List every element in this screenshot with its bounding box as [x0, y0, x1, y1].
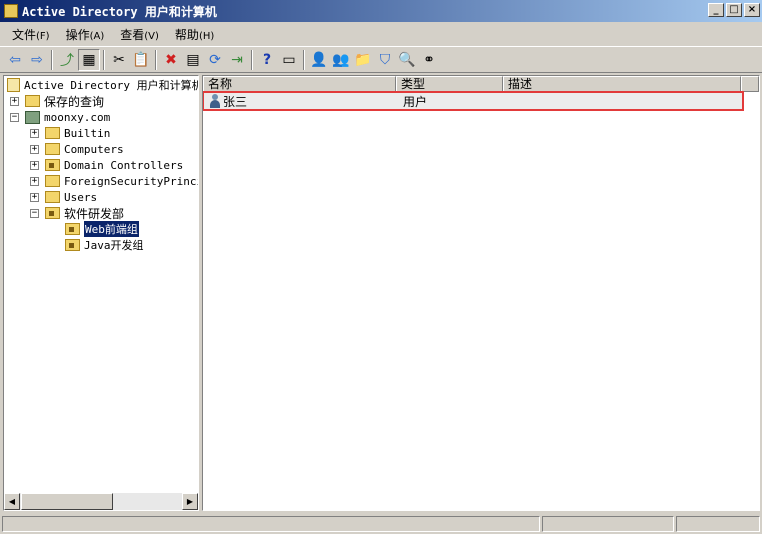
toolbar-separator	[303, 49, 305, 70]
console-icon[interactable]: ▭	[278, 49, 300, 71]
snapin-icon	[7, 78, 20, 92]
expand-icon[interactable]: +	[30, 160, 39, 170]
collapse-icon[interactable]: −	[10, 112, 19, 122]
list-item[interactable]: 张三 用户	[203, 91, 744, 111]
list-item-name: 张三	[223, 94, 248, 109]
expand-icon[interactable]: +	[30, 176, 39, 186]
tree-node-software-dept[interactable]: − 软件研发部	[30, 205, 124, 221]
folder-icon	[45, 175, 60, 187]
tree-node-computers[interactable]: + Computers	[30, 141, 124, 157]
collapse-icon[interactable]: −	[30, 208, 39, 218]
new-user-icon[interactable]: 👤	[308, 49, 330, 71]
user-icon	[209, 94, 221, 108]
expand-icon[interactable]: +	[30, 144, 39, 154]
menu-view[interactable]: 查看(V)	[112, 26, 167, 43]
ou-icon	[65, 223, 80, 235]
column-header-name[interactable]: 名称	[203, 76, 396, 92]
status-panel-2	[542, 516, 674, 532]
filter-icon[interactable]: ⛉	[374, 49, 396, 71]
folder-icon	[45, 143, 60, 155]
ou-icon	[45, 207, 60, 219]
tree-node-builtin[interactable]: + Builtin	[30, 125, 110, 141]
domain-icon	[25, 110, 40, 124]
up-level-icon[interactable]: ⤴	[56, 49, 78, 71]
menu-bar: 文件(F) 操作(A) 查看(V) 帮助(H)	[0, 22, 762, 46]
expand-icon[interactable]: +	[10, 96, 19, 106]
status-panel-main	[2, 516, 540, 532]
tree-node-web-group[interactable]: Web前端组	[65, 221, 139, 237]
tree-node-domain[interactable]: − moonxy.com	[10, 109, 110, 125]
tree-node-foreign-security-principals[interactable]: + ForeignSecurityPrincip	[30, 173, 198, 189]
toolbar: ⇦ ⇨ ⤴ ▦ ✂ 📋 ✖ ▤ ⟳ ⇥ ? ▭ 👤 👥 📁 ⛉ 🔍 ⚭	[0, 46, 762, 73]
scroll-left-icon[interactable]: ◀	[4, 493, 20, 510]
toolbar-separator	[51, 49, 53, 70]
tree-horizontal-scrollbar[interactable]: ◀ ▶	[4, 493, 198, 510]
title-bar: Active Directory 用户和计算机 _ □ ×	[0, 0, 762, 22]
toolbar-separator	[103, 49, 105, 70]
status-panel-3	[676, 516, 760, 532]
column-header-type[interactable]: 类型	[396, 76, 503, 92]
ou-icon	[65, 239, 80, 251]
back-arrow-icon[interactable]: ⇦	[4, 49, 26, 71]
show-tree-icon[interactable]: ▦	[78, 48, 100, 71]
folder-icon	[25, 95, 40, 107]
new-group-icon[interactable]: 👥	[330, 49, 352, 71]
tree-node-domain-controllers[interactable]: + Domain Controllers	[30, 157, 183, 173]
console-tree: Active Directory 用户和计算机 + 保存的查询 − moonxy…	[4, 76, 198, 492]
scrollbar-track[interactable]	[113, 493, 182, 510]
minimize-button[interactable]: _	[708, 3, 724, 17]
help-icon[interactable]: ?	[256, 49, 278, 71]
ou-icon	[45, 159, 60, 171]
expand-icon[interactable]: +	[30, 192, 39, 202]
folder-icon	[45, 191, 60, 203]
menu-action[interactable]: 操作(A)	[58, 26, 113, 43]
properties-icon[interactable]: ▤	[182, 49, 204, 71]
new-ou-icon[interactable]: 📁	[352, 49, 374, 71]
list-header: 名称 类型 描述	[203, 76, 759, 92]
delete-icon[interactable]: ✖	[160, 49, 182, 71]
export-list-icon[interactable]: ⇥	[226, 49, 248, 71]
refresh-icon[interactable]: ⟳	[204, 49, 226, 71]
window-title: Active Directory 用户和计算机	[22, 4, 217, 19]
tree-pane[interactable]: Active Directory 用户和计算机 + 保存的查询 − moonxy…	[3, 75, 199, 511]
maximize-button[interactable]: □	[726, 3, 742, 17]
toolbar-separator	[251, 49, 253, 70]
tree-node-users[interactable]: + Users	[30, 189, 97, 205]
details-pane[interactable]: 名称 类型 描述 张三 用户	[202, 75, 760, 511]
forward-arrow-icon[interactable]: ⇨	[26, 49, 48, 71]
column-header-filler	[741, 76, 759, 92]
menu-help[interactable]: 帮助(H)	[167, 26, 222, 43]
cut-icon[interactable]: ✂	[108, 49, 130, 71]
expand-icon[interactable]: +	[30, 128, 39, 138]
folder-icon	[45, 127, 60, 139]
toolbar-separator	[155, 49, 157, 70]
tree-node-saved-queries[interactable]: + 保存的查询	[10, 93, 104, 109]
status-bar	[0, 514, 762, 534]
paste-icon[interactable]: 📋	[130, 49, 152, 71]
scroll-right-icon[interactable]: ▶	[182, 493, 198, 510]
tree-node-java-group[interactable]: Java开发组	[65, 237, 144, 253]
add-to-group-icon[interactable]: ⚭	[418, 49, 440, 71]
close-button[interactable]: ×	[744, 3, 760, 17]
tree-node-root[interactable]: Active Directory 用户和计算机	[7, 77, 198, 93]
list-item-type: 用户	[403, 94, 428, 109]
menu-file[interactable]: 文件(F)	[4, 26, 58, 43]
find-icon[interactable]: 🔍	[396, 49, 418, 71]
column-header-description[interactable]: 描述	[503, 76, 741, 92]
app-icon	[4, 4, 18, 18]
scrollbar-thumb[interactable]	[21, 493, 113, 510]
